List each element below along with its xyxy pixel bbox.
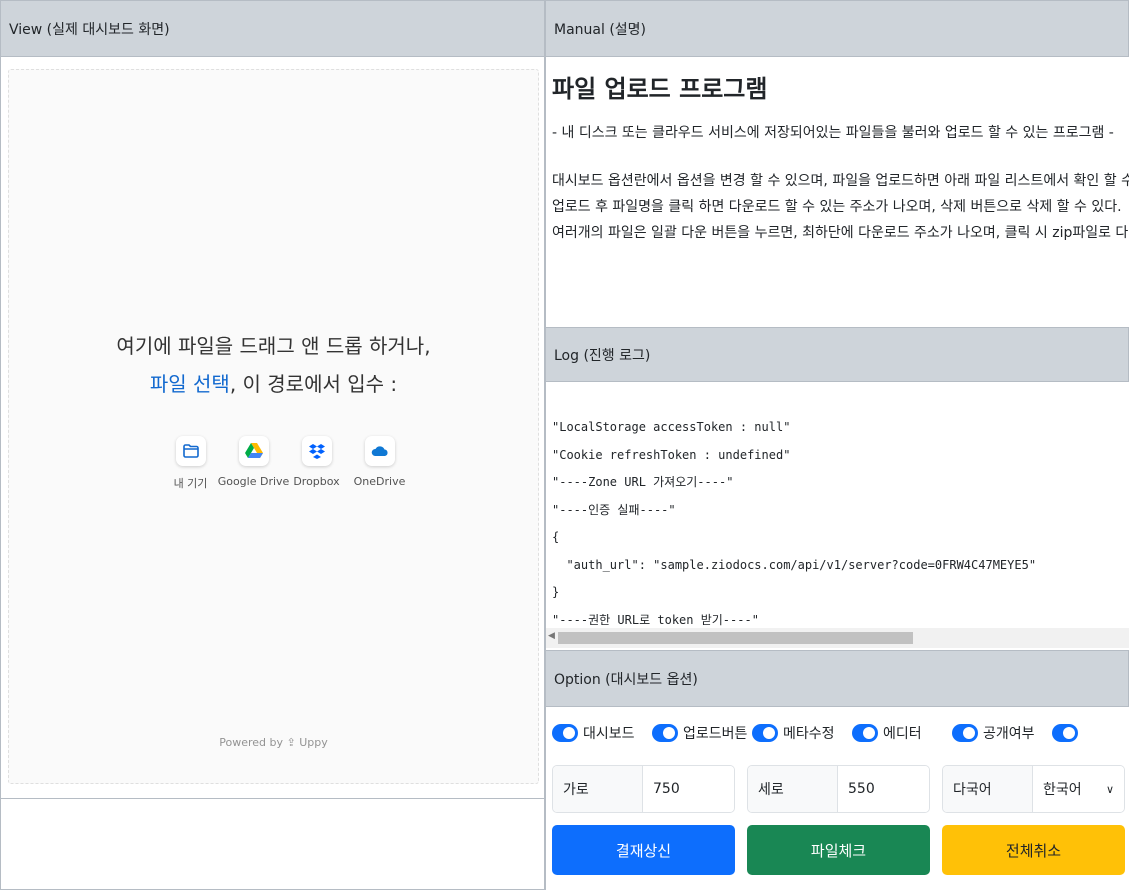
file-dropzone[interactable]: 여기에 파일을 드래그 앤 드롭 하거나, 파일 선택, 이 경로에서 입수 :… [8,69,539,784]
source-my-device[interactable]: 내 기기 [159,436,222,491]
width-label: 가로 [553,766,643,812]
cancel-all-button[interactable]: 전체취소 [942,825,1125,875]
toggle-label: 공개여부 [983,726,1035,742]
manual-header-text: Manual (설명) [554,21,647,38]
source-label: Dropbox [293,475,340,488]
toggle-switch[interactable] [852,724,878,742]
option-header-text: Option (대시보드 옵션) [554,671,698,688]
option-toggles: 대시보드 업로드버튼 메타수정 에디터 공개여부 [552,723,1129,743]
toggle-meta-edit[interactable]: 메타수정 [752,723,852,743]
manual-panel-header: Manual (설명) [545,0,1129,57]
log-panel-header: Log (진행 로그) [545,327,1129,382]
file-check-button[interactable]: 파일체크 [747,825,930,875]
manual-description: 대시보드 옵션란에서 옵션을 변경 할 수 있으며, 파일을 업로드하면 아래 … [552,168,1129,246]
option-buttons: 결재상신 파일체크 전체취소 [552,825,1129,875]
log-line: "Cookie refreshToken : undefined" [552,447,791,462]
toggle-switch[interactable] [652,724,678,742]
scrollbar-thumb[interactable] [558,632,913,644]
folder-icon [175,436,206,466]
toggle-upload-button[interactable]: 업로드버튼 [652,723,752,743]
language-select[interactable]: 한국어 ∨ [1033,766,1124,812]
source-label: OneDrive [353,475,406,488]
log-line: "auth_url": "sample.ziodocs.com/api/v1/s… [552,557,1037,572]
manual-title: 파일 업로드 프로그램 [552,75,768,103]
view-header-text: View (실제 대시보드 화면) [9,21,170,38]
manual-panel: 파일 업로드 프로그램 - 내 디스크 또는 클라우드 서비스에 저장되어있는 … [545,57,1129,327]
manual-line: 대시보드 옵션란에서 옵션을 변경 할 수 있으며, 파일을 업로드하면 아래 … [552,173,1129,189]
language-selected: 한국어 [1043,782,1082,798]
source-label: 내 기기 [173,477,208,490]
toggle-label: 메타수정 [783,726,835,742]
toggle-switch[interactable] [1052,724,1078,742]
toggle-label: 업로드버튼 [683,726,748,742]
toggle-label: 에디터 [883,726,922,742]
log-line: { [552,530,560,544]
approval-submit-button[interactable]: 결재상신 [552,825,735,875]
toggle-switch[interactable] [552,724,578,742]
scroll-left-arrow-icon[interactable]: ◀ [548,631,555,641]
option-panel-header: Option (대시보드 옵션) [545,650,1129,707]
language-input-group: 다국어 한국어 ∨ [942,765,1125,813]
log-line: "----인증 실패----" [552,502,676,517]
height-input[interactable]: 550 [838,766,929,812]
browse-files-link[interactable]: 파일 선택 [150,372,230,396]
option-panel: 대시보드 업로드버튼 메타수정 에디터 공개여부 가로 750 세로 550 다… [545,707,1129,890]
log-horizontal-scrollbar[interactable]: ◀ [546,628,1129,648]
view-footer [0,798,545,890]
log-line: "LocalStorage accessToken : null" [552,420,791,434]
toggle-public[interactable]: 공개여부 [952,723,1052,743]
toggle-editor[interactable]: 에디터 [852,723,952,743]
drop-instruction-rest: , 이 경로에서 입수 : [229,372,398,396]
source-list: 내 기기 Google Drive Dropbox OneDrive [159,436,411,491]
drop-instruction: 여기에 파일을 드래그 앤 드롭 하거나, [116,334,431,358]
source-google-drive[interactable]: Google Drive [218,436,289,491]
toggle-switch[interactable] [952,724,978,742]
toggle-extra[interactable] [1052,723,1129,743]
powered-by-uppy[interactable]: Powered by ⇪ Uppy [9,736,538,749]
log-panel[interactable]: "LocalStorage accessToken : null" "Cooki… [545,382,1129,650]
width-input-group: 가로 750 [552,765,735,813]
log-content: "LocalStorage accessToken : null" "Cooki… [552,414,1036,634]
toggle-switch[interactable] [752,724,778,742]
option-inputs: 가로 750 세로 550 다국어 한국어 ∨ [552,765,1129,813]
source-label: Google Drive [217,475,290,488]
height-input-group: 세로 550 [747,765,930,813]
height-label: 세로 [748,766,838,812]
manual-line: 업로드 후 파일명을 클릭 하면 다운로드 할 수 있는 주소가 나오며, 삭제… [552,199,1122,215]
log-line: "----Zone URL 가져오기----" [552,475,734,489]
drop-instruction-line2: 파일 선택, 이 경로에서 입수 : [9,368,538,397]
google-drive-icon [238,436,269,466]
view-panel: 여기에 파일을 드래그 앤 드롭 하거나, 파일 선택, 이 경로에서 입수 :… [0,57,545,798]
onedrive-icon [364,436,395,466]
toggle-dashboard[interactable]: 대시보드 [552,723,652,743]
log-line: } [552,585,560,599]
view-panel-header: View (실제 대시보드 화면) [0,0,545,57]
source-onedrive[interactable]: OneDrive [348,436,411,491]
chevron-down-icon: ∨ [1105,782,1114,796]
log-header-text: Log (진행 로그) [554,347,651,364]
dropbox-icon [301,436,332,466]
language-label: 다국어 [943,766,1033,812]
toggle-label: 대시보드 [583,726,635,742]
width-input[interactable]: 750 [643,766,734,812]
manual-subtitle: - 내 디스크 또는 클라우드 서비스에 저장되어있는 파일들을 불러와 업로드… [552,125,1114,141]
manual-line: 여러개의 파일은 일괄 다운 버튼을 누르면, 최하단에 다운로드 주소가 나오… [552,225,1129,241]
source-dropbox[interactable]: Dropbox [285,436,348,491]
